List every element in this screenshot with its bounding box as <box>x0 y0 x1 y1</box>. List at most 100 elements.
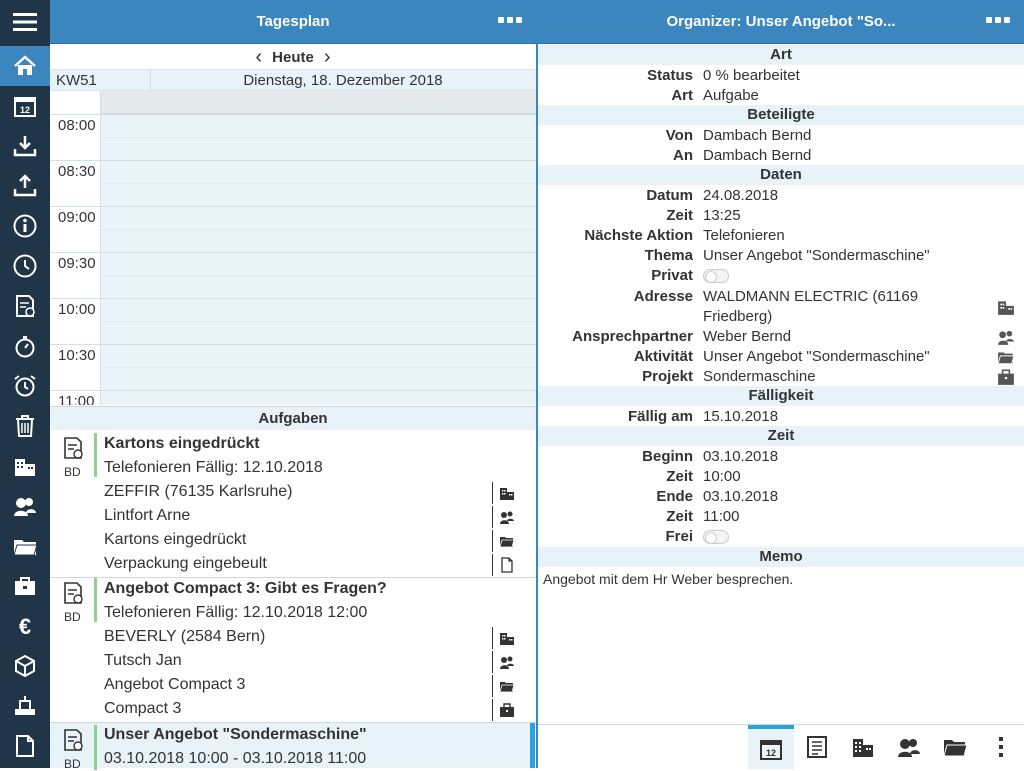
contacts-icon[interactable] <box>492 506 520 528</box>
task-item-selected[interactable]: BD Unser Angebot "Sondermaschine" 03.10.… <box>50 723 536 771</box>
task-item[interactable]: BD Angebot Compact 3: Gibt es Fragen? Te… <box>50 576 536 722</box>
day-timeline[interactable]: 08:00 08:30 09:00 09:30 10:00 10:30 11:0… <box>50 91 536 405</box>
svg-text:€: € <box>19 614 31 639</box>
adresse-value-line2[interactable]: Friedberg) <box>703 308 772 325</box>
building-icon[interactable] <box>492 627 520 649</box>
calendar-view-button[interactable]: 12 <box>748 725 794 769</box>
adresse-value-line1[interactable]: WALDMANN ELECTRIC (61169 <box>703 288 918 305</box>
task-title: Angebot Compact 3: Gibt es Fragen? <box>104 580 387 597</box>
faellig-am-value: 15.10.2018 <box>703 408 779 425</box>
current-date: Dienstag, 18. Dezember 2018 <box>243 72 443 89</box>
task-status-bar <box>94 725 97 770</box>
task-link-document[interactable]: Verpackung eingebeult <box>104 555 267 573</box>
briefcase-icon[interactable] <box>492 699 520 721</box>
folder-icon[interactable] <box>492 530 520 552</box>
contacts-view-button[interactable] <box>886 725 932 769</box>
timeline-grid[interactable] <box>101 114 536 405</box>
aktivitaet-value[interactable]: Unser Angebot "Sondermaschine" <box>703 348 930 365</box>
time-button[interactable] <box>0 246 50 286</box>
frei-label: Frei <box>665 528 693 545</box>
list-view-button[interactable] <box>794 725 840 769</box>
time-label: 09:30 <box>58 255 96 272</box>
task-link-activity[interactable]: Angebot Compact 3 <box>104 676 245 694</box>
an-value: Dambach Bernd <box>703 147 812 164</box>
building-icon[interactable] <box>492 482 520 504</box>
outbox-button[interactable] <box>0 166 50 206</box>
task-link-activity[interactable]: Kartons eingedrückt <box>104 531 246 549</box>
left-header: Tagesplan <box>50 0 536 44</box>
machine-button[interactable] <box>0 686 50 726</box>
company-view-button[interactable] <box>840 725 886 769</box>
naechste-aktion-value: Telefonieren <box>703 227 785 244</box>
home-button[interactable] <box>0 46 50 86</box>
task-link-contact[interactable]: Lintfort Arne <box>104 507 190 525</box>
contacts-icon[interactable] <box>997 328 1015 346</box>
today-button[interactable]: Heute <box>272 49 314 66</box>
task-item[interactable]: BD Kartons eingedrückt Telefonieren Fäll… <box>50 431 536 576</box>
right-header: Organizer: Unser Angebot "So... <box>538 0 1024 44</box>
home-icon <box>14 55 36 75</box>
calendar-button[interactable]: 12 <box>0 86 50 126</box>
inbox-button[interactable] <box>0 126 50 166</box>
info-button[interactable] <box>0 206 50 246</box>
folder-icon[interactable] <box>492 675 520 697</box>
owner-initials: BD <box>64 757 81 771</box>
building-icon <box>853 739 873 757</box>
ansprechpartner-value[interactable]: Weber Bernd <box>703 328 791 345</box>
alarm-button[interactable] <box>0 366 50 406</box>
svg-text:12: 12 <box>20 105 30 115</box>
folders-button[interactable] <box>0 526 50 566</box>
right-header-title: Organizer: Unser Angebot "So... <box>666 13 896 30</box>
all-day-row[interactable] <box>101 91 536 114</box>
ansprechpartner-label: Ansprechpartner <box>572 328 693 345</box>
document-icon[interactable] <box>492 554 520 576</box>
memo-text: Angebot mit dem Hr Weber besprechen. <box>543 571 794 587</box>
trash-button[interactable] <box>0 406 50 446</box>
menu-button[interactable] <box>0 2 50 42</box>
projects-button[interactable] <box>0 566 50 606</box>
building-icon[interactable] <box>997 298 1015 316</box>
task-link-contact[interactable]: Tutsch Jan <box>104 652 182 670</box>
left-more-icon[interactable] <box>498 17 522 23</box>
svg-text:12: 12 <box>766 748 776 758</box>
aktivitaet-label: Aktivität <box>633 348 693 365</box>
bottom-toolbar: 12 <box>538 724 1024 769</box>
download-tray-icon <box>13 136 37 157</box>
contacts-button[interactable] <box>0 486 50 526</box>
task-link-project[interactable]: Compact 3 <box>104 700 181 718</box>
folder-view-button[interactable] <box>932 725 978 769</box>
right-more-icon[interactable] <box>986 17 1010 23</box>
folder-icon[interactable] <box>997 348 1015 366</box>
section-art: Art <box>538 45 1024 65</box>
status-value: 0 % bearbeitet <box>703 67 800 84</box>
adresse-label: Adresse <box>633 288 693 305</box>
projekt-value[interactable]: Sondermaschine <box>703 368 816 385</box>
contacts-icon[interactable] <box>492 651 520 673</box>
briefcase-icon[interactable] <box>997 368 1015 386</box>
more-options-button[interactable] <box>978 725 1024 769</box>
clock-icon <box>13 254 37 278</box>
privat-toggle[interactable] <box>703 269 729 283</box>
next-day-button[interactable]: › <box>324 46 331 69</box>
zeit-label: Zeit <box>666 207 693 224</box>
alarm-clock-icon <box>14 375 36 397</box>
documents-button[interactable] <box>0 726 50 766</box>
trash-icon <box>16 415 34 437</box>
date-row: KW51 Dienstag, 18. Dezember 2018 <box>50 69 536 91</box>
companies-button[interactable] <box>0 446 50 486</box>
faellig-am-label: Fällig am <box>627 408 693 425</box>
prev-day-button[interactable]: ‹ <box>255 46 262 69</box>
frei-toggle[interactable] <box>703 530 729 544</box>
task-link-company[interactable]: BEVERLY (2584 Bern) <box>104 628 265 646</box>
finance-button[interactable]: € <box>0 606 50 646</box>
products-button[interactable] <box>0 646 50 686</box>
ende-label: Ende <box>656 488 693 505</box>
privat-label: Privat <box>651 267 693 284</box>
tasks-button[interactable] <box>0 286 50 326</box>
folder-icon <box>13 540 38 556</box>
sidebar: 12 € <box>0 0 50 768</box>
task-document-icon <box>64 582 83 604</box>
task-link-company[interactable]: ZEFFIR (76135 Karlsruhe) <box>104 483 293 501</box>
thema-label: Thema <box>644 247 693 264</box>
stopwatch-button[interactable] <box>0 326 50 366</box>
